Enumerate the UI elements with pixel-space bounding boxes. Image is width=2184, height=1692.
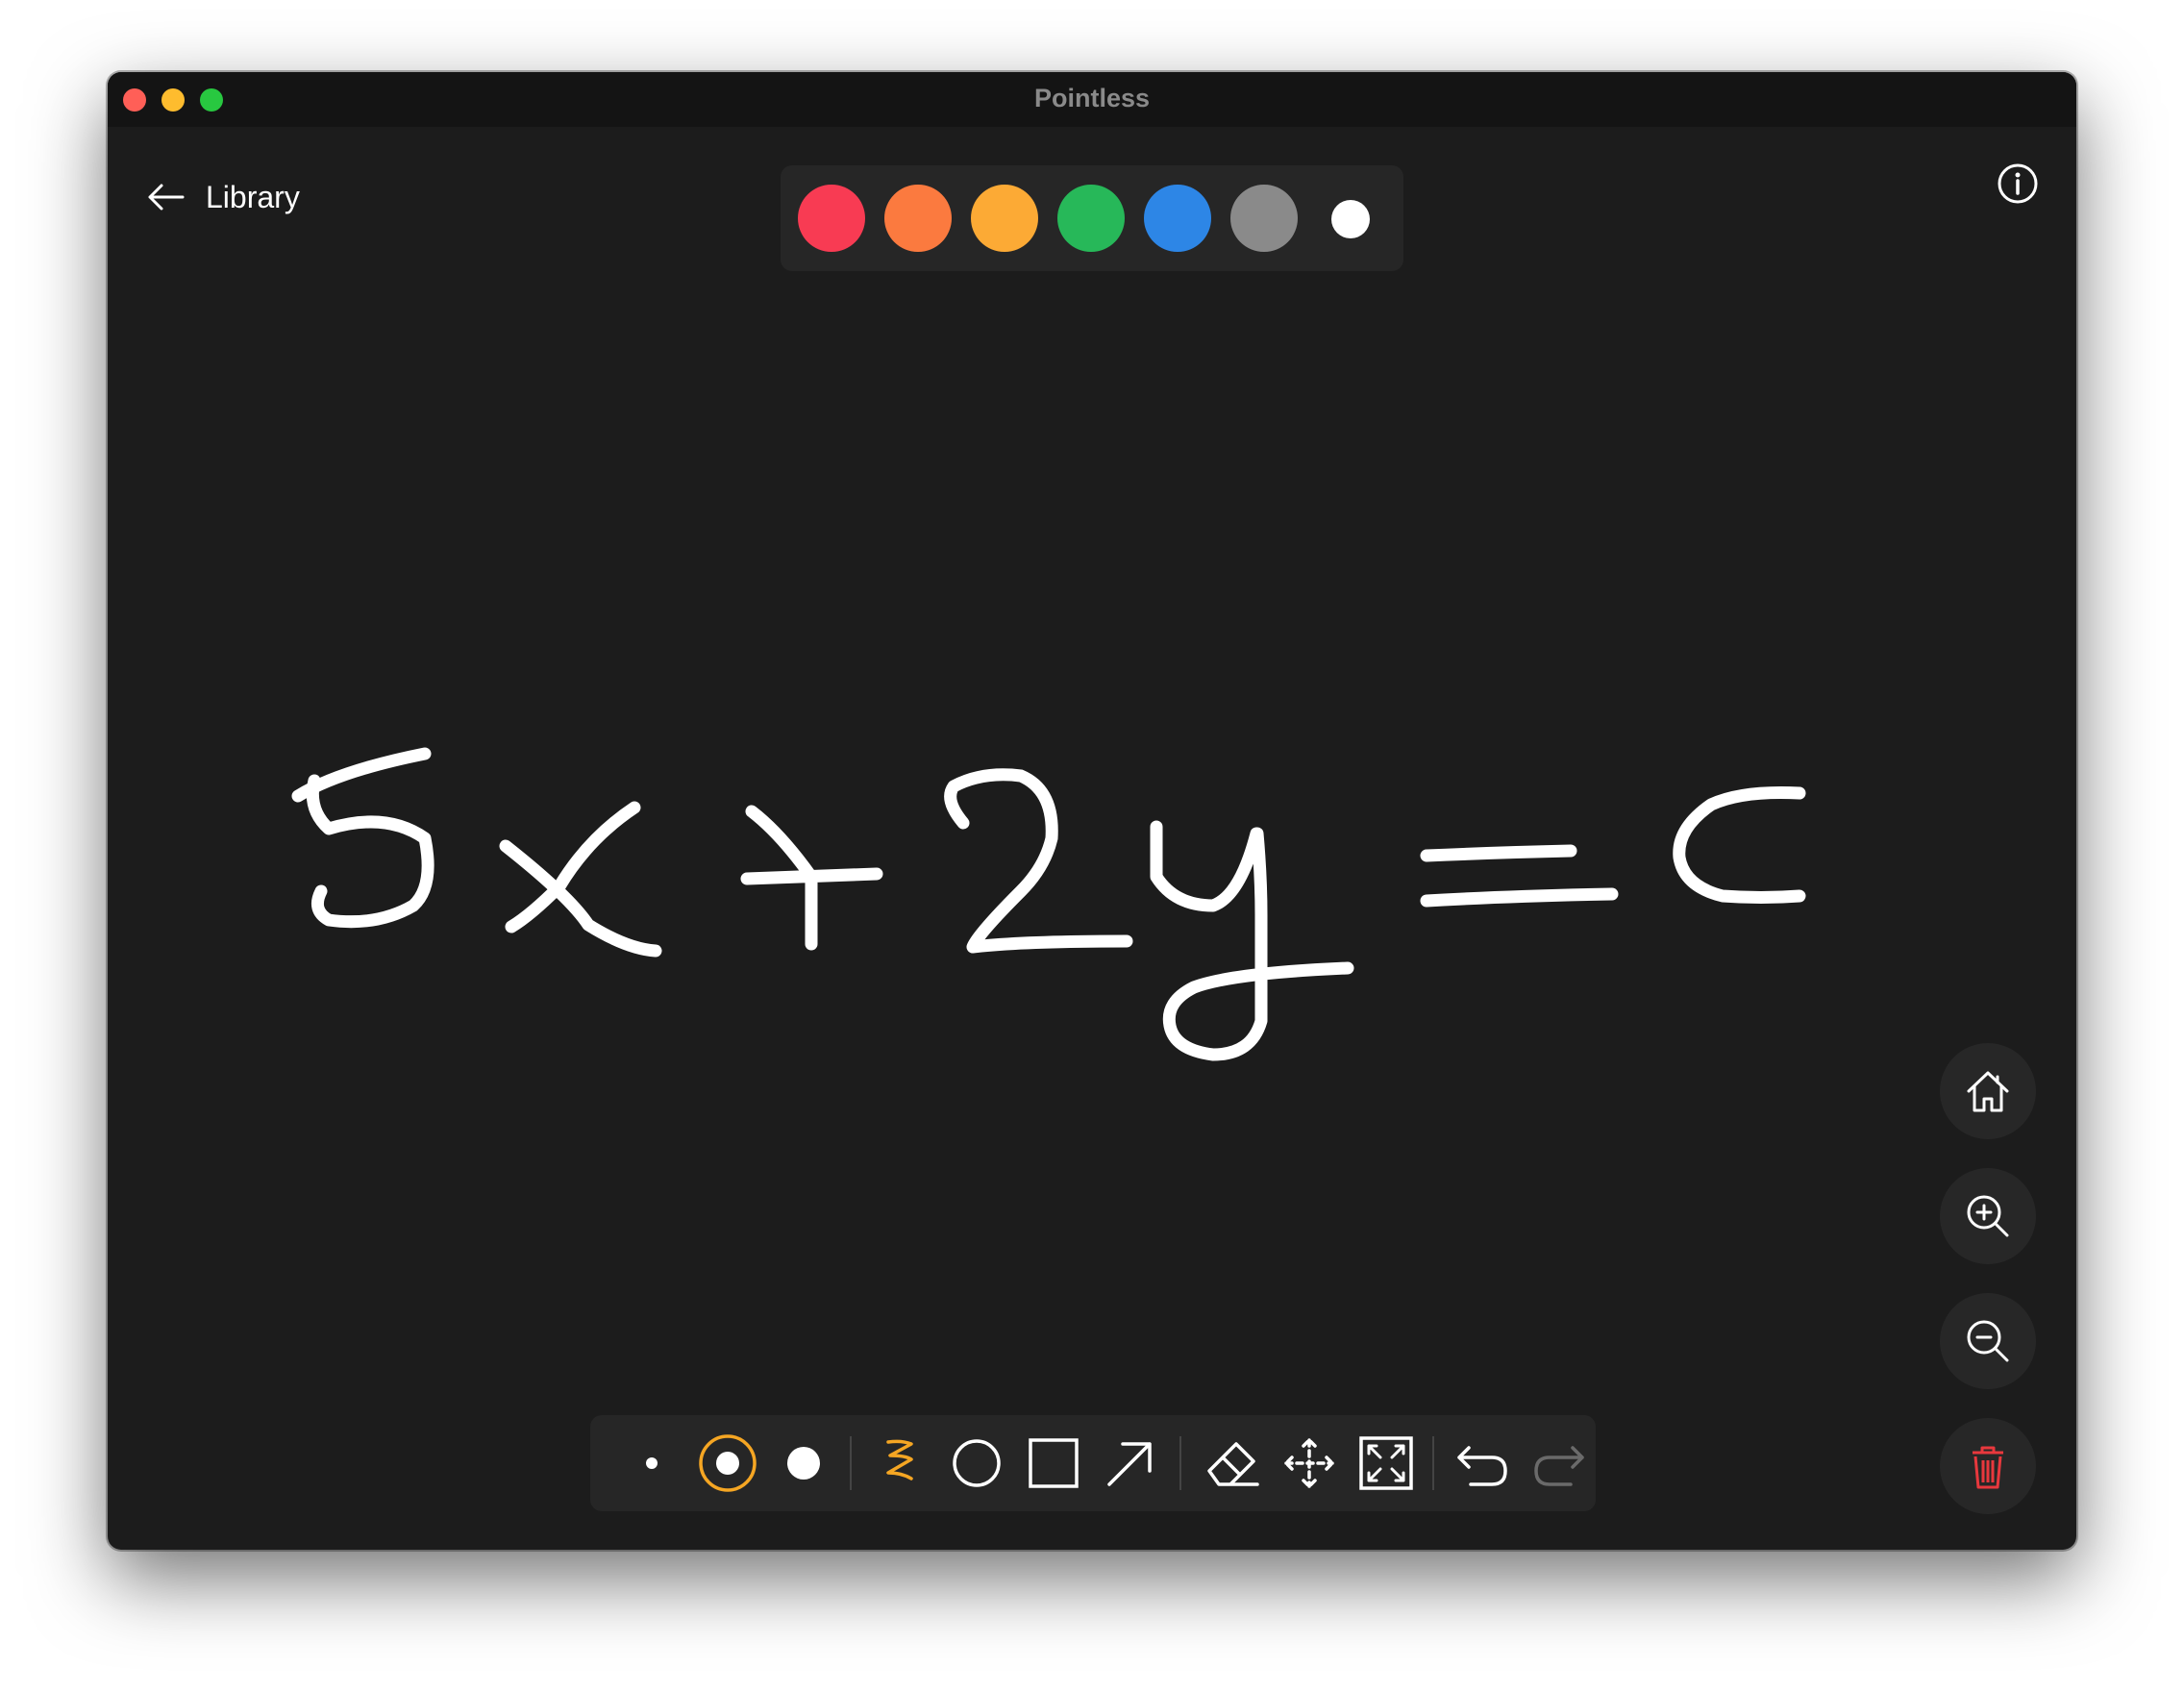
dot-large-icon <box>787 1447 820 1480</box>
brush-size-large[interactable] <box>773 1432 834 1494</box>
zoom-out-button[interactable] <box>1940 1293 2036 1389</box>
move-tool[interactable] <box>1278 1432 1340 1494</box>
color-swatch-yellow[interactable] <box>971 185 1038 252</box>
circle-shape-icon <box>953 1439 1001 1487</box>
handwriting-layer <box>291 747 1806 1061</box>
pen-tool-selected[interactable] <box>869 1432 931 1494</box>
stroke-plus-sign <box>740 805 883 951</box>
square-shape-icon <box>1029 1438 1079 1488</box>
stroke-digit-2 <box>944 768 1133 954</box>
brush-size-small[interactable] <box>621 1432 682 1494</box>
circle-tool[interactable] <box>946 1432 1007 1494</box>
trash-icon <box>1973 1446 2003 1489</box>
drawing-canvas[interactable] <box>108 127 2076 1550</box>
stroke-letter-y <box>1150 820 1354 1061</box>
color-palette <box>781 165 1403 271</box>
color-swatch-blue[interactable] <box>1144 185 1211 252</box>
eraser-tool[interactable] <box>1202 1432 1263 1494</box>
drawing-toolbar <box>590 1415 1596 1511</box>
stroke-letter-x <box>499 801 662 958</box>
undo-icon <box>1457 1446 1507 1486</box>
eraser-icon <box>1207 1442 1259 1486</box>
back-label: Library <box>206 179 300 214</box>
back-to-library-button[interactable]: Library <box>146 168 300 226</box>
arrow-up-right-icon <box>1107 1442 1152 1486</box>
rectangle-tool[interactable] <box>1023 1432 1084 1494</box>
redo-button[interactable] <box>1528 1432 1590 1494</box>
redo-icon <box>1534 1446 1584 1486</box>
home-icon <box>1967 1071 2009 1112</box>
arrow-tool[interactable] <box>1100 1432 1161 1494</box>
home-view-button[interactable] <box>1940 1043 2036 1139</box>
color-swatch-red[interactable] <box>798 185 865 252</box>
toolbar-divider <box>1432 1436 1434 1490</box>
info-button[interactable] <box>1996 162 2040 206</box>
dot-medium-icon <box>699 1434 757 1492</box>
zoom-in-button[interactable] <box>1940 1168 2036 1264</box>
expand-icon <box>1359 1436 1413 1490</box>
zoom-out-icon <box>1967 1320 2009 1362</box>
squiggle-pen-icon <box>886 1439 913 1480</box>
toolbar-divider <box>850 1436 852 1490</box>
stroke-equals-sign <box>1420 844 1619 908</box>
delete-drawing-button[interactable] <box>1940 1418 2036 1514</box>
color-swatch-white-selected[interactable] <box>1331 200 1370 238</box>
brush-size-medium-selected[interactable] <box>697 1432 758 1494</box>
dot-small-icon <box>646 1457 658 1469</box>
undo-button[interactable] <box>1452 1432 1513 1494</box>
fit-to-screen-button[interactable] <box>1355 1432 1417 1494</box>
color-swatch-green[interactable] <box>1057 185 1125 252</box>
move-arrows-icon <box>1284 1438 1334 1488</box>
zoom-in-icon <box>1967 1195 2009 1237</box>
stroke-letter-c <box>1673 786 1806 904</box>
window-title: Pointless <box>1033 84 1151 112</box>
color-swatch-gray[interactable] <box>1230 185 1298 252</box>
app-window: Pointless Library <box>108 72 2076 1550</box>
arrow-left-icon <box>148 184 185 211</box>
toolbar-divider <box>1179 1436 1181 1490</box>
title-bar: Pointless <box>108 72 2076 127</box>
stroke-digit-5 <box>291 747 434 929</box>
color-swatch-orange[interactable] <box>884 185 952 252</box>
info-icon <box>1998 163 2038 204</box>
